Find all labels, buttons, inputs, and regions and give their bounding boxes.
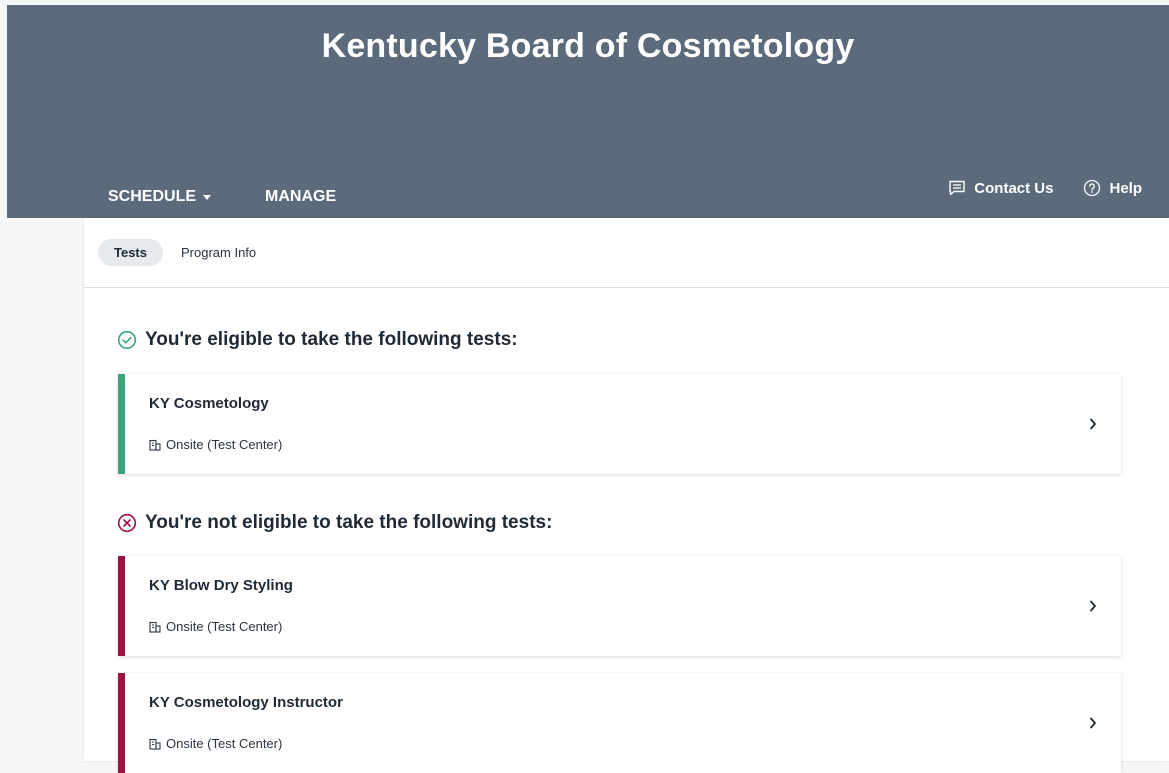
- tab-bar: Tests Program Info: [84, 218, 1169, 288]
- test-name: KY Cosmetology: [149, 395, 269, 412]
- tab-tests[interactable]: Tests: [98, 239, 163, 266]
- nav-manage[interactable]: MANAGE: [265, 188, 336, 206]
- utility-nav: Contact Us Help: [948, 179, 1142, 197]
- main-nav: SCHEDULE MANAGE: [108, 188, 336, 206]
- not-eligible-accent-bar: [118, 556, 125, 656]
- nav-manage-label: MANAGE: [265, 188, 337, 205]
- test-delivery-mode: Onsite (Test Center): [149, 736, 282, 751]
- test-delivery-mode: Onsite (Test Center): [149, 619, 282, 634]
- not-eligible-heading-text: You're not eligible to take the followin…: [145, 512, 553, 533]
- not-eligible-heading: You're not eligible to take the followin…: [117, 512, 552, 534]
- x-circle-icon: [117, 513, 137, 533]
- building-icon: [149, 439, 161, 451]
- eligible-heading-text: You're eligible to take the following te…: [145, 329, 518, 350]
- nav-schedule-dropdown[interactable]: SCHEDULE: [108, 188, 212, 206]
- page-title: Kentucky Board of Cosmetology: [321, 27, 855, 65]
- eligible-heading: You're eligible to take the following te…: [117, 329, 518, 351]
- caret-down-icon: [203, 195, 212, 200]
- building-icon: [149, 621, 161, 633]
- test-mode-label: Onsite (Test Center): [166, 736, 283, 751]
- not-eligible-accent-bar: [118, 673, 125, 773]
- chevron-right-icon: [1090, 418, 1096, 430]
- nav-schedule-label: SCHEDULE: [108, 188, 197, 205]
- test-mode-label: Onsite (Test Center): [166, 437, 283, 452]
- contact-us-link[interactable]: Contact Us: [948, 180, 1053, 197]
- chevron-right-icon: [1090, 717, 1096, 729]
- tests-panel: Tests Program Info You're eligible to ta…: [84, 218, 1169, 773]
- test-card-ky-blow-dry-styling[interactable]: KY Blow Dry Styling Onsite (Test Center): [118, 556, 1121, 656]
- test-name: KY Cosmetology Instructor: [149, 694, 343, 711]
- help-link[interactable]: Help: [1083, 179, 1142, 197]
- site-header: Kentucky Board of Cosmetology SCHEDULE M…: [7, 5, 1169, 218]
- question-circle-icon: [1084, 179, 1101, 197]
- contact-us-label: Contact Us: [974, 179, 1054, 197]
- tab-program-info[interactable]: Program Info: [165, 239, 272, 266]
- chat-icon: [949, 180, 965, 196]
- building-icon: [149, 738, 161, 750]
- test-card-ky-cosmetology[interactable]: KY Cosmetology Onsite (Test Center): [118, 374, 1121, 474]
- test-mode-label: Onsite (Test Center): [166, 619, 283, 634]
- eligible-accent-bar: [118, 374, 125, 474]
- test-name: KY Blow Dry Styling: [149, 577, 293, 594]
- test-delivery-mode: Onsite (Test Center): [149, 437, 282, 452]
- help-label: Help: [1109, 179, 1142, 197]
- test-card-ky-cosmetology-instructor[interactable]: KY Cosmetology Instructor Onsite (Test C…: [118, 673, 1121, 773]
- check-circle-icon: [117, 330, 137, 350]
- chevron-right-icon: [1090, 600, 1096, 612]
